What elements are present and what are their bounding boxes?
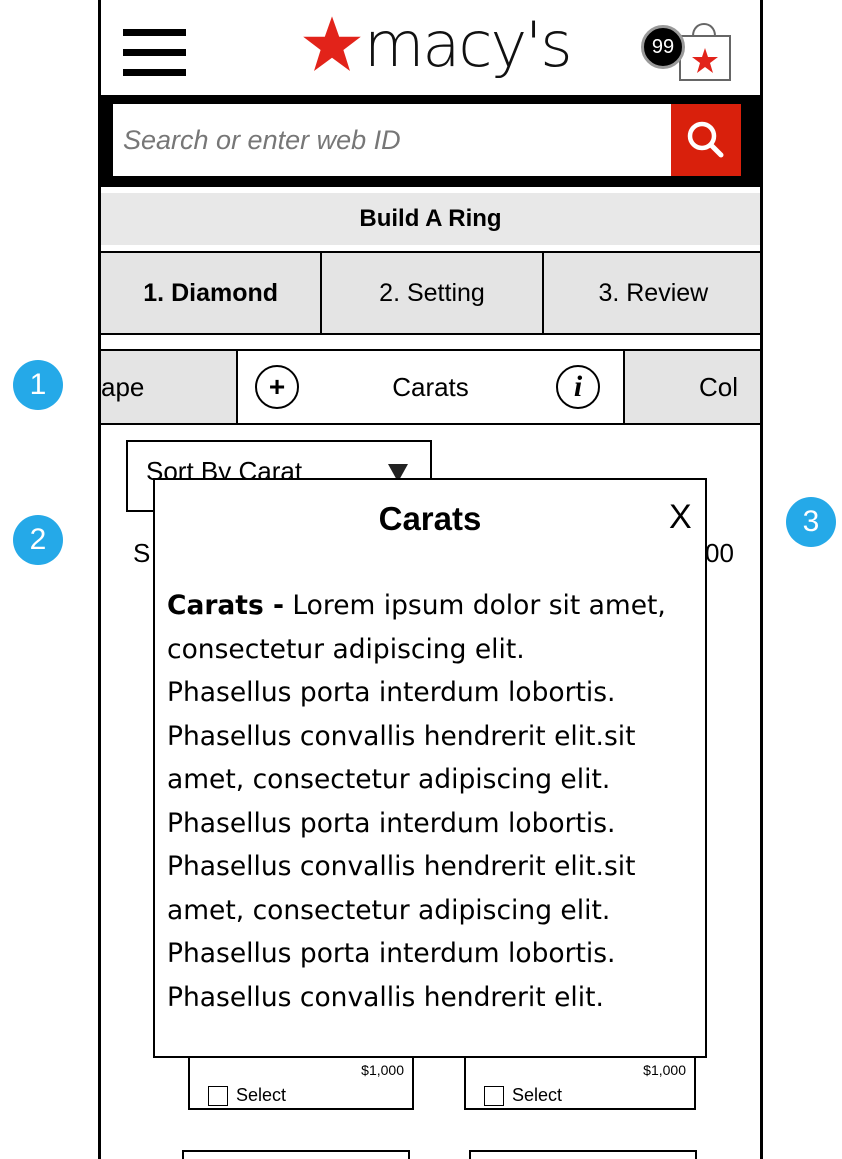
modal-line-text: Lorem ipsum dolor sit amet, [283,590,666,621]
select-label: Select [236,1085,287,1105]
bag-count-badge: 99 [641,25,685,69]
modal-body: Carats - Lorem ipsum dolor sit amet, con… [167,584,697,1019]
modal-line: Phasellus porta interdum lobortis. [167,938,616,969]
tab-diamond[interactable]: 1. Diamond [101,253,320,333]
step-tabs: 1. Diamond 2. Setting 3. Review [101,251,760,335]
modal-line: consectetur adipiscing elit. [167,633,525,665]
modal-lead: Carats - [167,590,284,621]
filter-carousel: ape + Carats i Col [101,349,760,425]
modal-line: Phasellus convallis hendrerit elit. [167,981,604,1013]
modal-line: amet, consectetur adipiscing elit. [167,764,611,795]
tab-setting[interactable]: 2. Setting [320,253,541,333]
hamburger-menu-icon[interactable] [123,29,186,76]
product-card[interactable]: $1,000 Select [188,1058,414,1110]
macys-logo[interactable]: macy's [301,8,573,81]
search-input[interactable]: Search or enter web ID [113,104,671,176]
obscured-text-right: 00 [705,538,734,568]
filter-shape[interactable]: ape [101,351,238,423]
filter-carats[interactable]: + Carats i [238,351,625,423]
modal-line: Phasellus porta interdum lobortis. [167,807,616,839]
carats-info-modal: Carats X Carats - Lorem ipsum dolor sit … [153,478,707,1058]
modal-line: amet, consectetur adipiscing elit. [167,894,611,926]
product-card[interactable]: $1,000 Select [464,1058,696,1110]
logo-wordmark: macy's [364,8,573,81]
search-icon [687,121,724,158]
modal-line: Phasellus convallis hendrerit elit.sit [167,720,636,752]
modal-line: Phasellus porta interdum lobortis. [167,677,616,708]
tab-review[interactable]: 3. Review [541,253,760,333]
product-price: $1,000 [361,1062,404,1078]
select-checkbox[interactable] [484,1086,504,1106]
filter-color[interactable]: Col [699,351,738,423]
callout-marker-3: 3 [786,497,836,547]
select-checkbox[interactable] [208,1086,228,1106]
select-label: Select [512,1085,563,1105]
search-bar: Search or enter web ID [101,95,760,187]
info-icon[interactable]: i [556,365,600,409]
modal-line: Phasellus convallis hendrerit elit.sit [167,851,636,882]
filter-shape-label: ape [101,372,145,402]
product-card-next[interactable] [469,1150,697,1159]
obscured-text-left: S [133,538,151,568]
callout-marker-2: 2 [13,515,63,565]
modal-close-button[interactable]: X [669,498,692,537]
product-price: $1,000 [643,1062,686,1078]
modal-title: Carats [378,500,482,537]
star-icon [303,16,361,71]
search-button[interactable] [671,104,741,176]
product-card-next[interactable] [182,1150,410,1159]
modal-line: Carats - Lorem ipsum dolor sit amet, [167,584,697,628]
page-title: Build A Ring [101,193,760,245]
callout-marker-1: 1 [13,360,63,410]
